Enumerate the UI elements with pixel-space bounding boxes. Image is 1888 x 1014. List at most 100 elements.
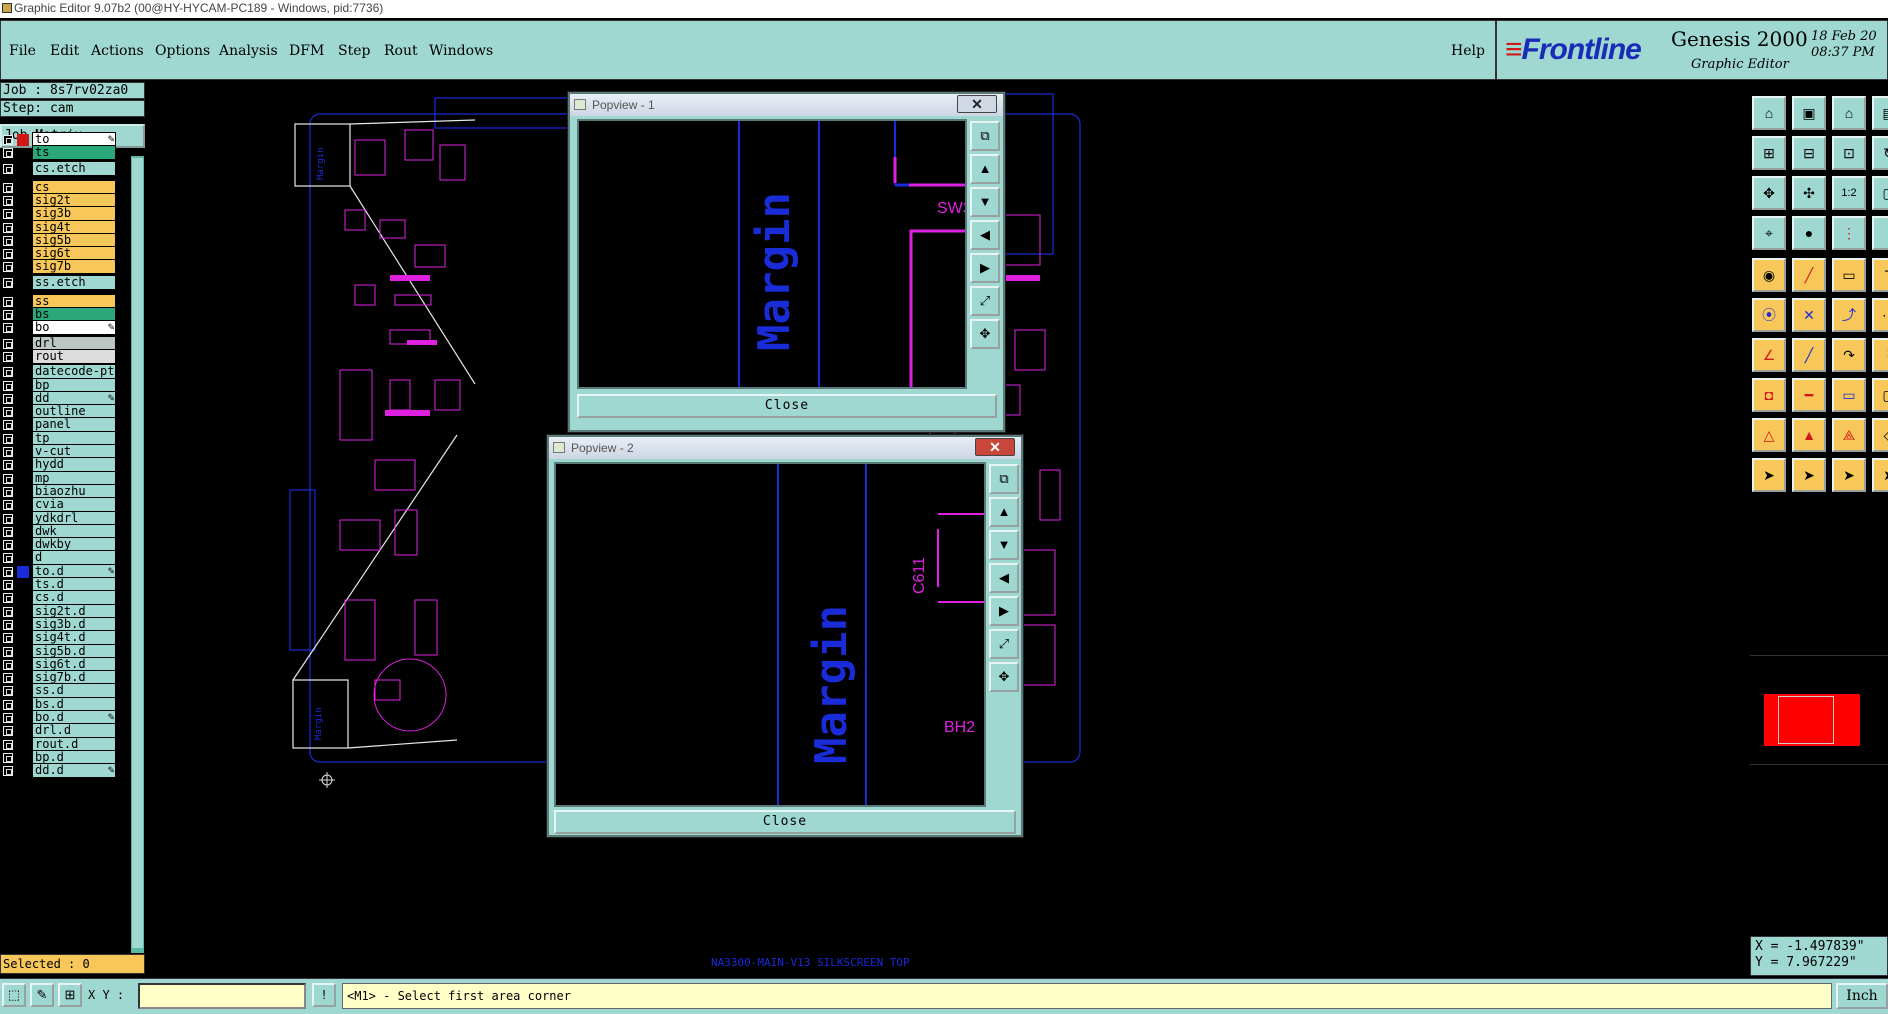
pan-right-icon[interactable]: ▶ [989,596,1019,626]
pad-icon[interactable]: ◉ [1752,258,1786,292]
layer-row-dd.d[interactable]: dd.d ✎ [0,763,118,779]
layer-name[interactable]: sig7b [32,259,116,275]
text-icon[interactable]: T [1872,258,1888,292]
triangle2-icon[interactable]: ▲ [1792,418,1826,452]
scrollbar-thumb[interactable] [132,158,143,948]
pan-down-icon[interactable]: ▼ [970,187,1000,217]
frame-icon[interactable]: ▢ [1872,378,1888,412]
layer-checkbox[interactable] [3,713,13,723]
layer-checkbox[interactable] [3,296,13,307]
pan-left-icon[interactable]: ◀ [970,220,1000,250]
home-icon[interactable]: ⌂ [1832,96,1866,130]
draw-tool-icon[interactable]: ✎ [30,983,54,1007]
xy-input[interactable] [138,983,306,1009]
zoom-home-icon[interactable]: ✥ [989,662,1019,692]
layer-checkbox[interactable] [3,135,13,145]
layer-checkbox[interactable] [3,163,13,174]
layer-checkbox[interactable] [3,580,13,590]
popview-2-titlebar[interactable]: Popview - 2 ✕ [549,437,1021,459]
layer-checkbox[interactable] [3,739,13,750]
menu-actions[interactable]: Actions [91,43,144,59]
arc-icon[interactable]: ↷ [1832,338,1866,372]
popview-1-viewport[interactable]: Margin SW3 [577,119,967,389]
zoom-out-icon[interactable]: ⊟ [1792,136,1826,170]
pan-icon[interactable]: ▢ [1872,176,1888,210]
layer-checkbox[interactable] [3,367,13,378]
zoom-area-icon[interactable]: ⊡ [1832,136,1866,170]
layer-scrollbar[interactable] [130,155,145,954]
layer-checkbox[interactable] [3,310,13,320]
layer-checkbox[interactable] [3,526,13,537]
connect-icon[interactable]: ⦿ [1752,298,1786,332]
select-pad-icon[interactable]: ◘ [1752,378,1786,412]
zoom-fit-icon[interactable]: ⤢ [970,286,1000,316]
layer-checkbox[interactable] [3,195,13,206]
layer-checkbox[interactable] [3,699,13,710]
zoom-fit-icon[interactable]: ⤢ [989,629,1019,659]
minimap-viewport[interactable] [1778,696,1834,744]
copy-view-icon[interactable]: ⧉ [989,464,1019,494]
menu-options[interactable]: Options [155,43,210,59]
pan-up-icon[interactable]: ▲ [970,154,1000,184]
slash-icon[interactable]: ╱ [1792,338,1826,372]
ruler-icon[interactable]: ▭ [1832,258,1866,292]
layer-row-bo[interactable]: bo ✎ [0,320,118,336]
layer-checkbox[interactable] [3,393,13,404]
layer-checkbox[interactable] [3,262,13,273]
layer-checkbox[interactable] [3,148,13,159]
layer-checkbox[interactable] [3,752,13,763]
zoom-home-icon[interactable]: ✥ [970,319,1000,349]
popview-2-viewport[interactable]: Margin C611 BH2 [554,462,986,807]
layer-checkbox[interactable] [3,323,13,334]
popview-2-window[interactable]: Popview - 2 ✕ Margin C611 BH2 ⧉ ▲ ▼ ◀ ▶ … [547,435,1023,837]
layer-checkbox[interactable] [3,633,13,644]
layer-checkbox[interactable] [3,209,13,220]
save-icon[interactable]: ▣ [1792,96,1826,130]
layer-checkbox[interactable] [3,513,13,524]
fit-icon[interactable]: ✥ [1752,176,1786,210]
pointer4-icon[interactable]: ➤ [1872,458,1888,492]
pan-left-icon[interactable]: ◀ [989,563,1019,593]
layer-checkbox[interactable] [3,407,13,418]
layer-checkbox[interactable] [3,351,13,362]
rect-icon[interactable]: ▭ [1832,378,1866,412]
layer-checkbox[interactable] [3,606,13,617]
layer-row-ss.etch[interactable]: ss.etch [0,274,118,290]
pan-down-icon[interactable]: ▼ [989,530,1019,560]
extra-icon[interactable]: ⋯ [1872,298,1888,332]
layer-name[interactable]: cs.etch [32,160,116,176]
layer-checkbox[interactable] [3,686,13,697]
pan-right-icon[interactable]: ▶ [970,253,1000,283]
layer-checkbox[interactable] [3,460,13,471]
popview-2-close-button[interactable]: Close [554,810,1016,834]
layer-row-ts[interactable]: ts [0,145,118,161]
layer-checkbox[interactable] [3,420,13,431]
layer-checkbox[interactable] [3,277,13,288]
select-tool-icon[interactable]: ⬚ [2,983,26,1007]
layer-checkbox[interactable] [3,646,13,657]
line-icon[interactable]: ╱ [1792,258,1826,292]
menu-help[interactable]: Help [1451,43,1485,59]
popview-2-close-icon[interactable]: ✕ [975,438,1015,456]
layer-checkbox[interactable] [3,500,13,511]
layer-checkbox[interactable] [3,540,13,551]
grid-tool-icon[interactable]: ⊞ [58,983,82,1007]
net-icon[interactable]: ⋮ [1832,216,1866,250]
popview-1-titlebar[interactable]: Popview - 1 ✕ [570,94,1003,116]
triangle-icon[interactable]: △ [1752,418,1786,452]
layer-checkbox[interactable] [3,235,13,246]
scale-1-2-icon[interactable]: 1:2 [1832,176,1866,210]
popview-1-close-icon[interactable]: ✕ [957,95,997,113]
menu-file[interactable]: File [9,43,36,59]
pointer3-icon[interactable]: ➤ [1832,458,1866,492]
layer-checkbox[interactable] [3,566,13,577]
angle-icon[interactable]: ∠ [1752,338,1786,372]
popview-1-window[interactable]: Popview - 1 ✕ Margin SW3 ⧉ ▲ ▼ ◀ ▶ ⤢ ✥ [568,92,1005,432]
zoom-in-icon[interactable]: ⊞ [1752,136,1786,170]
menu-step[interactable]: Step [338,43,370,59]
layer-checkbox[interactable] [3,593,13,604]
pointer-icon[interactable]: ➤ [1752,458,1786,492]
layer-checkbox[interactable] [3,222,13,233]
layer-name[interactable]: ss.etch [32,274,116,290]
menu-rout[interactable]: Rout [384,43,418,59]
